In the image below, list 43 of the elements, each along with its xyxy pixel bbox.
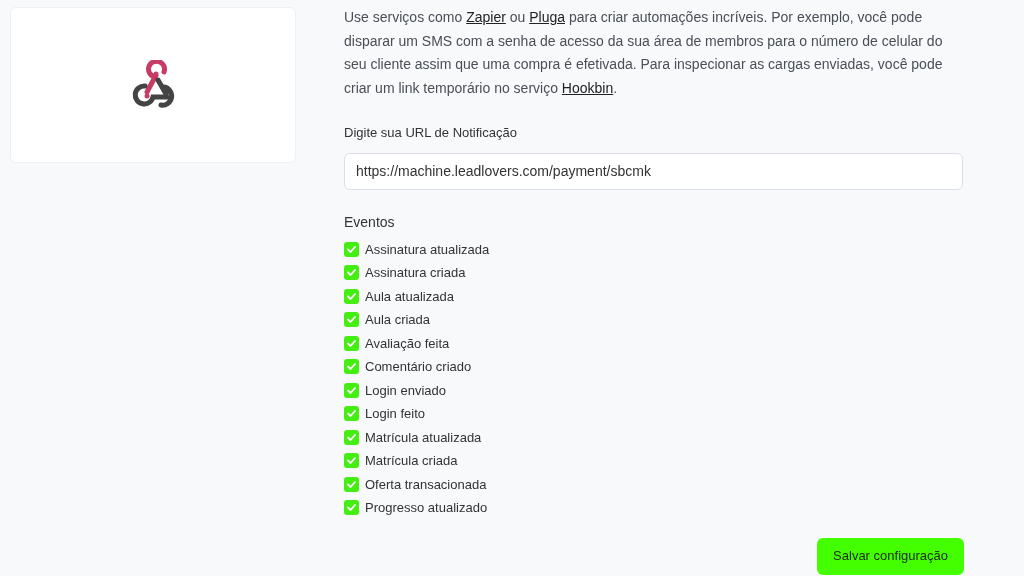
checkbox[interactable] xyxy=(344,382,359,398)
event-label: Assinatura criada xyxy=(365,264,466,282)
checkbox[interactable] xyxy=(344,241,359,257)
event-label: Login enviado xyxy=(365,381,446,400)
check-icon xyxy=(347,410,356,418)
check-icon xyxy=(347,339,356,347)
check-icon xyxy=(347,386,356,394)
event-label: Assinatura atualizada xyxy=(365,240,490,259)
event-label: Oferta transacionada xyxy=(365,475,487,494)
check-icon xyxy=(347,292,356,300)
check-icon xyxy=(347,316,356,324)
checkbox[interactable] xyxy=(344,312,359,328)
check-icon xyxy=(347,363,356,371)
event-label: Comentário criado xyxy=(365,358,472,376)
description-paragraph: Use serviços como Zapier ou Pluga para criar automações incríveis. Por exemplo, você pode disparar um SMS com a senha de acesso da sua área de membros para o número de celular do seu cliente assim que uma compra é efetivada. Para inspecionar as cargas enviadas, você pode criar um link temporário no serviço Hookbin. xyxy=(344,8,944,98)
checkbox[interactable] xyxy=(344,359,359,375)
checkbox[interactable] xyxy=(344,406,359,422)
checkbox[interactable] xyxy=(344,265,359,281)
checkbox[interactable] xyxy=(344,453,359,469)
checkbox[interactable] xyxy=(344,429,359,445)
checkbox[interactable] xyxy=(344,476,359,492)
link[interactable]: Zapier xyxy=(466,9,506,25)
events-title: Eventos xyxy=(344,212,396,232)
event-label: Login feito xyxy=(365,405,425,423)
checkbox[interactable] xyxy=(344,288,359,304)
url-input[interactable]: https://machine.leadlovers.com/payment/sbcmk xyxy=(344,152,963,190)
check-icon xyxy=(347,245,356,253)
link[interactable]: Pluga xyxy=(529,9,565,25)
event-label: Matrícula criada xyxy=(365,452,458,470)
check-icon xyxy=(347,504,356,512)
event-label: Progresso atualizado xyxy=(365,499,488,517)
check-icon xyxy=(347,457,356,465)
event-label: Avaliação feita xyxy=(365,334,450,353)
event-label: Matrícula atualizada xyxy=(365,428,482,447)
checkbox[interactable] xyxy=(344,335,359,351)
event-label: Aula atualizada xyxy=(365,287,454,306)
url-label: Digite sua URL de Notificação xyxy=(344,124,518,142)
check-icon xyxy=(347,269,356,277)
save-button[interactable]: Salvar configuração xyxy=(817,537,964,575)
checkbox[interactable] xyxy=(344,500,359,516)
check-icon xyxy=(347,433,356,441)
event-label: Aula criada xyxy=(365,311,431,329)
check-icon xyxy=(347,480,356,488)
